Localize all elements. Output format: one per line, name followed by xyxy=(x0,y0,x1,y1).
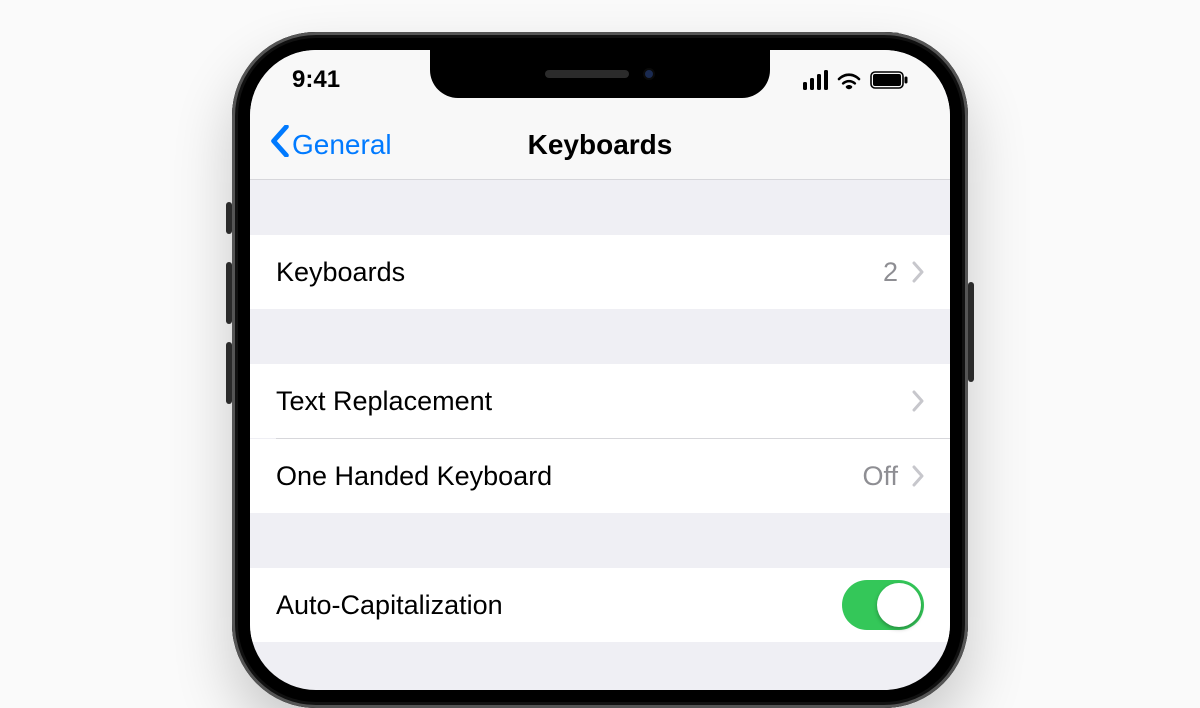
front-camera xyxy=(643,68,655,80)
row-text-replacement[interactable]: Text Replacement xyxy=(250,364,950,438)
cellular-signal-icon xyxy=(803,70,829,90)
row-one-handed-keyboard[interactable]: One Handed Keyboard Off xyxy=(250,439,950,513)
row-auto-capitalization: Auto-Capitalization xyxy=(250,568,950,642)
row-value: Off xyxy=(862,461,898,492)
screen: 9:41 xyxy=(250,50,950,690)
chevron-right-icon xyxy=(912,390,924,412)
status-indicators xyxy=(803,70,909,90)
group-gap xyxy=(250,180,950,235)
chevron-left-icon xyxy=(270,125,290,164)
status-time: 9:41 xyxy=(292,66,340,94)
row-value: 2 xyxy=(883,257,898,288)
side-button-volume-down xyxy=(226,342,232,404)
phone-frame: 9:41 xyxy=(232,32,968,708)
back-label: General xyxy=(292,129,392,161)
row-label: Keyboards xyxy=(276,257,405,288)
group-gap xyxy=(250,513,950,568)
row-keyboards[interactable]: Keyboards 2 xyxy=(250,235,950,309)
row-label: One Handed Keyboard xyxy=(276,461,552,492)
side-button-volume-up xyxy=(226,262,232,324)
side-button-power xyxy=(968,282,974,382)
switch-knob xyxy=(877,583,921,627)
row-label: Text Replacement xyxy=(276,386,492,417)
chevron-right-icon xyxy=(912,261,924,283)
battery-icon xyxy=(870,71,908,89)
speaker-grille xyxy=(545,70,629,78)
wifi-icon xyxy=(836,70,862,90)
side-button-silent xyxy=(226,202,232,234)
chevron-right-icon xyxy=(912,465,924,487)
back-button[interactable]: General xyxy=(270,125,392,164)
notch xyxy=(430,50,770,98)
nav-bar: General Keyboards xyxy=(250,110,950,180)
group-gap xyxy=(250,309,950,364)
row-label: Auto-Capitalization xyxy=(276,590,503,621)
auto-capitalization-switch[interactable] xyxy=(842,580,924,630)
